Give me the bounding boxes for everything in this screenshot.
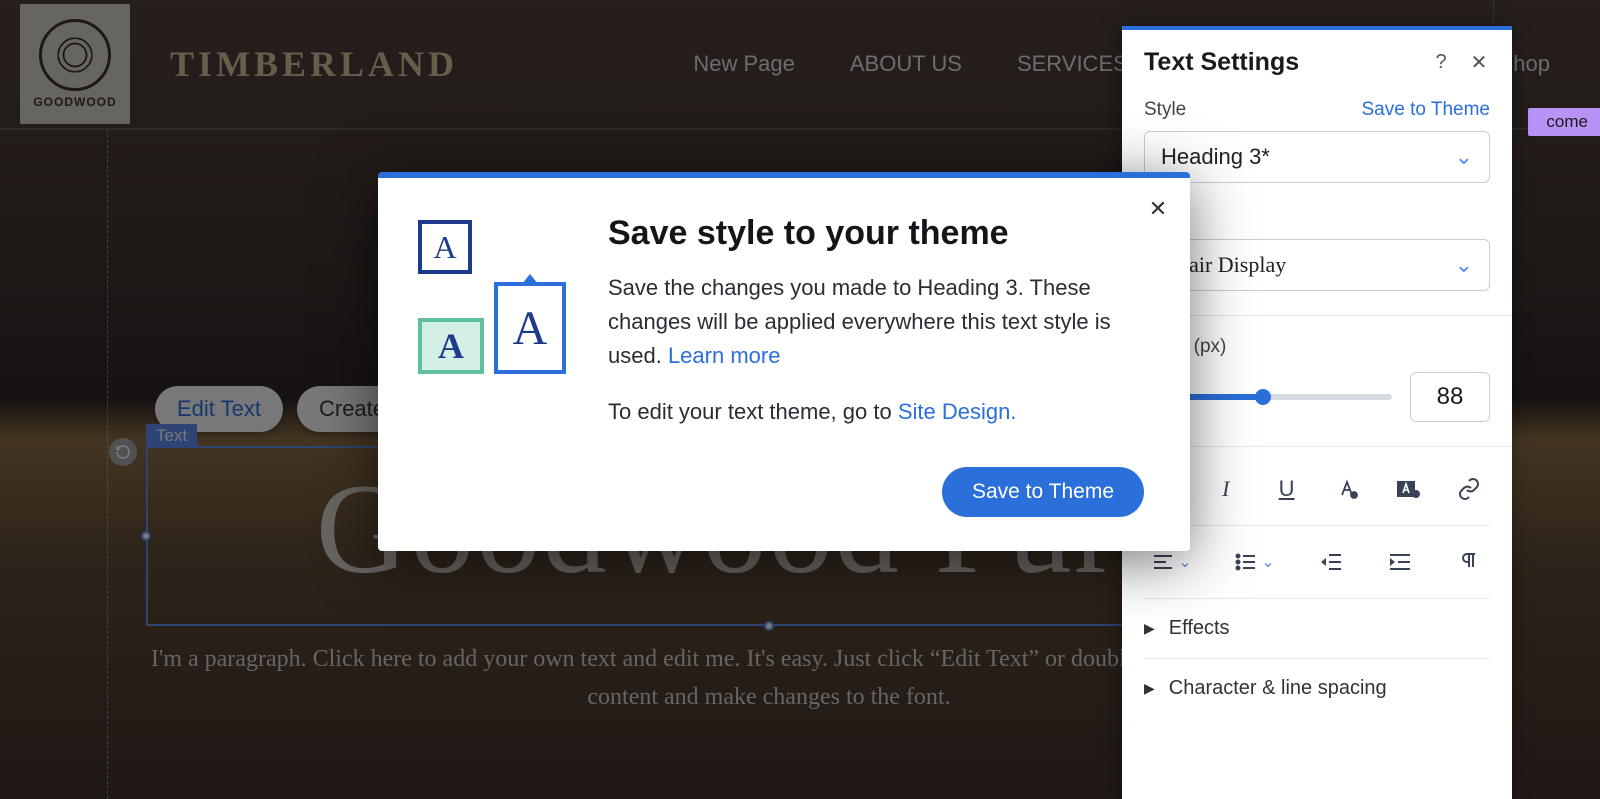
text-direction-icon[interactable] [1452,548,1486,576]
char-spacing-section[interactable]: ▶ Character & line spacing [1144,658,1490,718]
format-row-1: B I U [1144,467,1490,525]
slider-thumb[interactable] [1255,389,1271,405]
outdent-icon[interactable] [1314,548,1348,576]
modal-illustration: A A A [418,214,568,517]
close-modal-icon[interactable]: ✕ [1146,196,1170,222]
panel-header: Text Settings ? ✕ [1122,30,1512,93]
help-icon[interactable]: ? [1430,51,1452,74]
save-to-theme-link[interactable]: Save to Theme [1361,99,1490,121]
site-design-link[interactable]: Site Design. [898,399,1017,424]
italic-icon[interactable]: I [1209,475,1243,503]
text-color-icon[interactable] [1330,475,1364,503]
effects-label: Effects [1169,617,1230,640]
save-to-theme-button[interactable]: Save to Theme [942,467,1144,517]
underline-icon[interactable]: U [1270,475,1304,503]
triangle-right-icon: ▶ [1144,620,1155,637]
close-panel-icon[interactable]: ✕ [1468,50,1490,75]
effects-section[interactable]: ▶ Effects [1144,598,1490,658]
letter-frame-icon: A [418,318,484,374]
save-theme-modal: ✕ A A A Save style to your theme Save th… [378,172,1190,551]
style-value: Heading 3* [1161,144,1270,170]
modal-title: Save style to your theme [608,214,1144,253]
letter-frame-icon: A [494,282,566,374]
chevron-down-icon: ⌄ [1455,252,1473,278]
learn-more-link[interactable]: Learn more [668,343,781,368]
font-size-input[interactable] [1410,372,1490,422]
letter-frame-icon: A [418,220,472,274]
indent-icon[interactable] [1383,548,1417,576]
chevron-down-icon: ⌄ [1261,552,1274,572]
triangle-right-icon: ▶ [1144,680,1155,697]
panel-title: Text Settings [1144,48,1414,77]
style-label: Style [1144,99,1186,121]
list-dropdown-icon[interactable]: ⌄ [1231,548,1279,576]
link-icon[interactable] [1452,475,1486,503]
highlight-icon[interactable] [1391,475,1425,503]
style-select[interactable]: Heading 3* ⌄ [1144,131,1490,183]
font-select[interactable]: ayfair Display ⌄ [1144,239,1490,291]
modal-body-2: To edit your text theme, go to Site Desi… [608,395,1144,429]
align-dropdown-icon[interactable]: ⌄ [1148,548,1196,576]
format-row-2: ⌄ ⌄ [1144,525,1490,598]
char-spacing-label: Character & line spacing [1169,677,1387,700]
chevron-down-icon: ⌄ [1455,144,1473,170]
welcome-badge: come [1528,108,1600,136]
chevron-down-icon: ⌄ [1178,552,1191,572]
modal-body-1: Save the changes you made to Heading 3. … [608,271,1144,373]
